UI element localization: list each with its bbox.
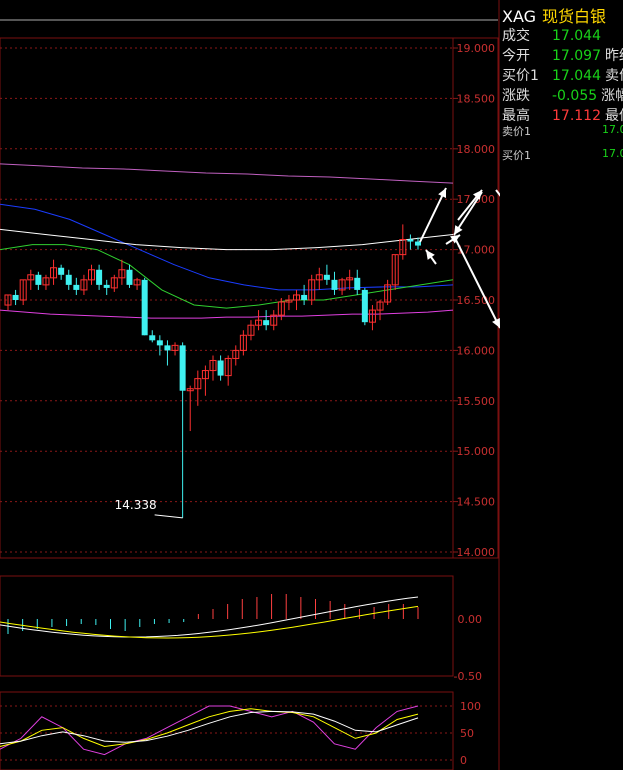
- quote-row-value: 17.044: [552, 68, 601, 84]
- price-tick-label: 14.500: [457, 496, 496, 509]
- quote-panel: XAG现货白银 成交17.044今开17.097昨结买价117.044卖价涨跌-…: [500, 0, 623, 770]
- candle-body: [415, 241, 421, 246]
- quote-row: 最高 17.112最低: [502, 105, 623, 125]
- macd-tick-label: 0.00: [458, 613, 483, 626]
- sell1-value: 17.0: [602, 123, 623, 136]
- macd-tick-label: -0.50: [454, 670, 482, 683]
- candle-body: [354, 277, 361, 290]
- quote-row-label: 买价1: [502, 68, 539, 84]
- price-tick-label: 15.500: [457, 395, 496, 408]
- quote-row-label2: 昨结: [605, 48, 623, 64]
- quote-row-value: -0.055: [552, 88, 598, 104]
- candle-body: [65, 274, 72, 285]
- candle-body: [263, 320, 270, 326]
- kline-chart[interactable]: 19.00018.50018.00017.50017.00016.50016.0…: [0, 0, 500, 770]
- sell1-row: 卖价1 17.0: [502, 123, 623, 139]
- drawn-arrow-head: [454, 225, 463, 235]
- kdj-tick-label: 50: [460, 727, 474, 740]
- quote-row-label2: 卖价: [605, 68, 623, 84]
- quote-row: 今开 17.097昨结: [502, 45, 623, 65]
- candle-body: [12, 294, 19, 300]
- candle-body: [96, 269, 103, 285]
- candle-body: [301, 294, 308, 300]
- quote-row-value: 17.097: [552, 48, 601, 64]
- quote-row-label2: 涨幅: [601, 88, 623, 104]
- candle-body: [179, 345, 186, 391]
- candle-body: [331, 279, 338, 290]
- quote-row-value: 17.044: [552, 28, 601, 44]
- candle-body: [35, 274, 42, 285]
- kdj-panel-frame: [0, 691, 454, 770]
- candle-body: [141, 279, 148, 336]
- quote-row-label: 今开: [502, 48, 530, 64]
- quote-row-value: 17.112: [552, 108, 601, 124]
- candle-body: [58, 267, 65, 275]
- price-tick-label: 18.500: [457, 92, 496, 105]
- main-panel-frame: [0, 37, 499, 559]
- price-axis-labels: 19.00018.50018.00017.50017.00016.50016.0…: [453, 42, 495, 559]
- candlesticks: [4, 224, 421, 518]
- quote-title: XAG 现货白银: [500, 3, 606, 27]
- quote-symbol: XAG: [502, 7, 537, 26]
- candle-body: [217, 360, 224, 376]
- candle-body: [323, 274, 330, 280]
- drawn-arrow-head: [426, 250, 435, 260]
- annotation-leader: [154, 514, 183, 519]
- quote-row-label: 成交: [502, 28, 530, 44]
- ma-line: [0, 228, 454, 251]
- candle-body: [361, 289, 368, 323]
- quote-row-label: 最高: [502, 108, 530, 124]
- price-tick-label: 15.000: [457, 445, 496, 458]
- buy1-label: 买价1: [502, 149, 531, 162]
- price-tick-label: 14.000: [457, 546, 496, 559]
- quote-row: 买价1 17.044卖价: [502, 65, 623, 85]
- candle-body: [149, 335, 156, 341]
- candle-body: [407, 239, 414, 242]
- quote-name: 现货白银: [542, 7, 607, 26]
- macd-panel-frame: [0, 575, 454, 677]
- kdj-tick-label: 0: [460, 754, 467, 767]
- kdj-tick-label: 100: [460, 700, 481, 713]
- candle-body: [156, 340, 163, 346]
- ma-line: [0, 163, 454, 184]
- drawn-arrows: [419, 187, 500, 329]
- low-price-annotation: 14.338: [115, 498, 183, 519]
- candle-body: [103, 284, 110, 288]
- quote-row: 成交 17.044: [502, 25, 601, 45]
- buy1-row: 买价1 17.0: [502, 147, 623, 163]
- ma-line: [0, 309, 454, 319]
- candle-body: [126, 269, 133, 285]
- buy1-value: 17.0: [602, 147, 623, 160]
- quote-row: 涨跌 -0.055 涨幅: [502, 85, 623, 105]
- quote-row-label: 涨跌: [502, 88, 530, 104]
- candle-body: [164, 345, 171, 351]
- price-tick-label: 16.000: [457, 344, 496, 357]
- kdj-indicator: 100 50 0: [0, 700, 481, 767]
- macd-indicator: 0.00 -0.50: [0, 594, 482, 683]
- price-tick-label: 19.000: [457, 42, 496, 55]
- annotation-label: 14.338: [115, 498, 157, 512]
- quote-row-label2: 最低: [605, 108, 623, 124]
- kdj-line: [0, 708, 419, 748]
- sell1-label: 卖价1: [502, 125, 531, 138]
- candle-body: [73, 284, 80, 290]
- price-tick-label: 18.000: [457, 143, 496, 156]
